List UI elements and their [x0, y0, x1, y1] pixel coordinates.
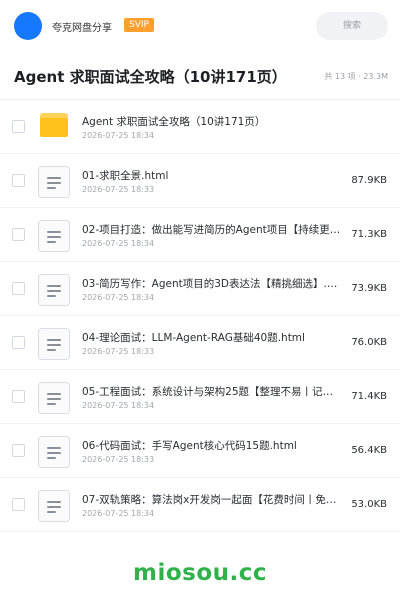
- item-date: 2026-07-25 18:33: [82, 185, 155, 194]
- file-doc-icon: [38, 490, 70, 522]
- watermark-text: miosou.cc: [132, 560, 268, 586]
- item-name[interactable]: 07-双轨策略：算法岗x开发岗一起面【花费时间丨免费分享】.html: [82, 492, 342, 507]
- item-name[interactable]: 01-求职全景.html: [82, 168, 342, 183]
- file-doc-icon: [38, 274, 70, 306]
- item-date: 2026-07-25 18:33: [82, 455, 155, 464]
- item-size: 56.4KB: [351, 445, 387, 456]
- item-size: 71.3KB: [351, 229, 387, 240]
- list-item[interactable]: 03-简历写作：Agent项目的3D表达法【精挑细选】.html 2026-07…: [0, 262, 400, 316]
- item-name[interactable]: Agent 求职面试全攻略（10讲171页）: [82, 114, 342, 129]
- item-size: 71.4KB: [351, 391, 387, 402]
- folder-icon: [40, 113, 68, 137]
- file-doc-icon: [38, 382, 70, 414]
- svip-badge: SVIP: [124, 18, 154, 32]
- item-date: 2026-07-25 18:33: [82, 347, 155, 356]
- file-doc-icon: [38, 328, 70, 360]
- list-item[interactable]: 02-项目打造：做出能写进简历的Agent项目【持续更新】.html 2026-…: [0, 208, 400, 262]
- item-date: 2026-07-25 18:34: [82, 509, 155, 518]
- item-name[interactable]: 06-代码面试：手写Agent核心代码15题.html: [82, 438, 342, 453]
- item-date: 2026-07-25 18:34: [82, 293, 155, 302]
- select-checkbox[interactable]: [12, 120, 25, 133]
- select-checkbox[interactable]: [12, 282, 25, 295]
- item-name[interactable]: 05-工程面试：系统设计与架构25题【整理不易丨记得收藏】.html: [82, 384, 342, 399]
- page-title: Agent 求职面试全攻略（10讲171页）: [14, 68, 287, 86]
- item-date: 2026-07-25 18:34: [82, 239, 155, 248]
- list-item[interactable]: 06-代码面试：手写Agent核心代码15题.html 2026-07-25 1…: [0, 424, 400, 478]
- app-name: 夸克网盘分享: [52, 23, 112, 34]
- search-button[interactable]: 搜索: [316, 12, 388, 40]
- list-item[interactable]: 04-理论面试：LLM-Agent-RAG基础40题.html 2026-07-…: [0, 316, 400, 370]
- select-checkbox[interactable]: [12, 444, 25, 457]
- item-size: 53.0KB: [351, 499, 387, 510]
- list-item[interactable]: 01-求职全景.html 2026-07-25 18:33 87.9KB: [0, 154, 400, 208]
- item-size: 73.9KB: [351, 283, 387, 294]
- file-doc-icon: [38, 220, 70, 252]
- avatar[interactable]: [14, 12, 42, 40]
- file-doc-icon: [38, 436, 70, 468]
- select-checkbox[interactable]: [12, 228, 25, 241]
- item-date: 2026-07-25 18:34: [82, 131, 155, 140]
- list-item[interactable]: 05-工程面试：系统设计与架构25题【整理不易丨记得收藏】.html 2026-…: [0, 370, 400, 424]
- file-doc-icon: [38, 166, 70, 198]
- select-checkbox[interactable]: [12, 390, 25, 403]
- item-name[interactable]: 03-简历写作：Agent项目的3D表达法【精挑细选】.html: [82, 276, 342, 291]
- item-name[interactable]: 02-项目打造：做出能写进简历的Agent项目【持续更新】.html: [82, 222, 342, 237]
- item-date: 2026-07-25 18:34: [82, 401, 155, 410]
- list-item[interactable]: Agent 求职面试全攻略（10讲171页） 2026-07-25 18:34: [0, 100, 400, 154]
- top-bar: 夸克网盘分享 SVIP 搜索: [0, 0, 400, 52]
- item-summary: 共 13 项 · 23.3M: [324, 72, 388, 81]
- select-checkbox[interactable]: [12, 336, 25, 349]
- select-checkbox[interactable]: [12, 498, 25, 511]
- title-row: Agent 求职面试全攻略（10讲171页） 共 13 项 · 23.3M: [0, 52, 400, 100]
- item-size: 76.0KB: [351, 337, 387, 348]
- select-checkbox[interactable]: [12, 174, 25, 187]
- item-size: 87.9KB: [351, 175, 387, 186]
- list-item[interactable]: 07-双轨策略：算法岗x开发岗一起面【花费时间丨免费分享】.html 2026-…: [0, 478, 400, 532]
- file-list: Agent 求职面试全攻略（10讲171页） 2026-07-25 18:34 …: [0, 100, 400, 532]
- item-name[interactable]: 04-理论面试：LLM-Agent-RAG基础40题.html: [82, 330, 342, 345]
